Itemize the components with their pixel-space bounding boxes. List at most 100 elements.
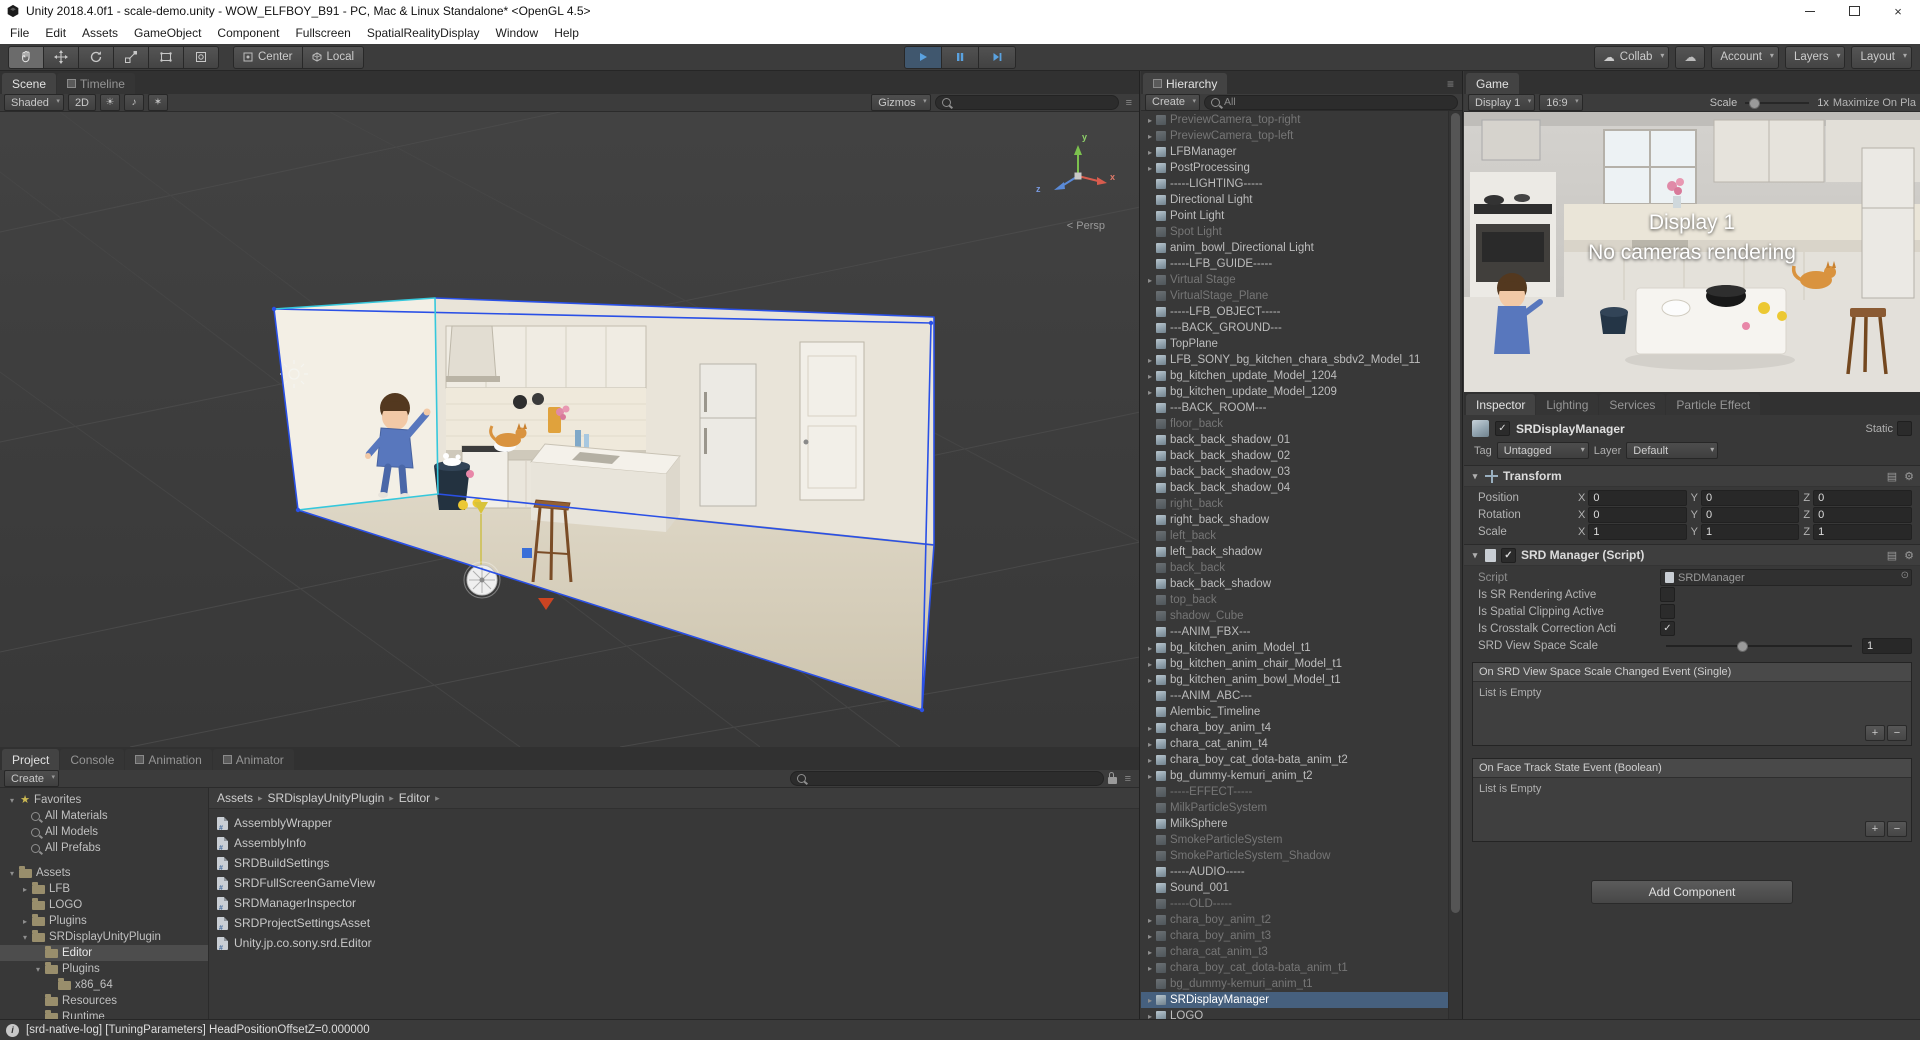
scene-canvas[interactable]: < Persp y x z — [0, 112, 1139, 747]
transform-field[interactable]: 0 — [1588, 507, 1686, 523]
project-tree-item-assets[interactable]: ▾Assets — [0, 865, 208, 881]
hierarchy-item[interactable]: -----OLD----- — [1141, 896, 1449, 912]
hierarchy-item[interactable]: top_back — [1141, 592, 1449, 608]
maximize-button[interactable] — [1832, 0, 1876, 22]
collab-button[interactable]: ☁ Collab — [1594, 46, 1669, 69]
hierarchy-item[interactable]: ▸PreviewCamera_top-left — [1141, 128, 1449, 144]
expand-arrow-icon[interactable]: ▾ — [19, 933, 31, 942]
expand-arrow-icon[interactable]: ▸ — [1144, 932, 1156, 941]
perspective-label[interactable]: < Persp — [1067, 220, 1105, 232]
hierarchy-item[interactable]: ▸chara_boy_anim_t4 — [1141, 720, 1449, 736]
expand-arrow-icon[interactable]: ▾ — [32, 965, 44, 974]
menu-window[interactable]: Window — [488, 22, 547, 44]
hierarchy-item[interactable]: ▸LFB_SONY_bg_kitchen_chara_sbdv2_Model_1… — [1141, 352, 1449, 368]
slider-knob[interactable] — [1737, 641, 1748, 652]
project-tree-item-all-models[interactable]: All Models — [0, 824, 208, 840]
aspect-dropdown[interactable]: 16:9 — [1539, 94, 1582, 111]
hierarchy-item[interactable]: ▸chara_cat_anim_t3 — [1141, 944, 1449, 960]
hierarchy-tab[interactable]: Hierarchy — [1143, 73, 1227, 94]
project-tree-item-plugins[interactable]: ▾Plugins — [0, 961, 208, 977]
help-icon[interactable]: ▤ — [1887, 470, 1897, 483]
expand-arrow-icon[interactable]: ▸ — [1144, 756, 1156, 765]
hierarchy-item[interactable]: back_back_shadow_01 — [1141, 432, 1449, 448]
hierarchy-item[interactable]: Sound_001 — [1141, 880, 1449, 896]
game-scale-slider[interactable] — [1745, 102, 1809, 104]
breadcrumb-item[interactable]: Editor — [397, 791, 432, 805]
expand-arrow-icon[interactable]: ▸ — [1144, 916, 1156, 925]
hierarchy-item[interactable]: ▸bg_kitchen_anim_bowl_Model_t1 — [1141, 672, 1449, 688]
expand-arrow-icon[interactable]: ▾ — [6, 796, 18, 805]
scene-audio-toggle[interactable]: ♪ — [124, 94, 144, 111]
project-tree-item-x86-64[interactable]: x86_64 — [0, 977, 208, 993]
close-button[interactable]: × — [1876, 0, 1920, 22]
hierarchy-item[interactable]: ▸bg_kitchen_anim_chair_Model_t1 — [1141, 656, 1449, 672]
hierarchy-item[interactable]: ▸bg_kitchen_update_Model_1204 — [1141, 368, 1449, 384]
scrollbar-thumb[interactable] — [1451, 113, 1460, 913]
expand-arrow-icon[interactable]: ▸ — [1144, 388, 1156, 397]
hierarchy-item[interactable]: ---BACK_GROUND--- — [1141, 320, 1449, 336]
remove-event-button[interactable]: − — [1887, 821, 1907, 837]
inspector-tab-particle-effect[interactable]: Particle Effect — [1666, 394, 1760, 415]
hierarchy-item[interactable]: TopPlane — [1141, 336, 1449, 352]
expand-arrow-icon[interactable]: ▸ — [1144, 676, 1156, 685]
hierarchy-item[interactable]: left_back — [1141, 528, 1449, 544]
transform-field[interactable]: 0 — [1701, 490, 1799, 506]
menu-assets[interactable]: Assets — [74, 22, 126, 44]
step-button[interactable] — [979, 46, 1016, 69]
hierarchy-create-dropdown[interactable]: Create — [1145, 94, 1200, 111]
project-tree-item-logo[interactable]: LOGO — [0, 897, 208, 913]
menu-gameobject[interactable]: GameObject — [126, 22, 209, 44]
expand-arrow-icon[interactable]: ▸ — [1144, 372, 1156, 381]
rotate-tool-button[interactable] — [79, 46, 114, 69]
slider-knob[interactable] — [1749, 98, 1760, 109]
pivot-rotation-button[interactable]: Local — [303, 46, 365, 69]
property-checkbox[interactable] — [1660, 587, 1675, 602]
hierarchy-item[interactable]: -----LFB_OBJECT----- — [1141, 304, 1449, 320]
hierarchy-item[interactable]: anim_bowl_Directional Light — [1141, 240, 1449, 256]
inspector-tab-lighting[interactable]: Lighting — [1536, 394, 1598, 415]
project-tree-item-resources[interactable]: Resources — [0, 993, 208, 1009]
scene-search-input[interactable] — [935, 95, 1119, 110]
project-file[interactable]: SRDBuildSettings — [209, 853, 1139, 873]
hierarchy-item[interactable]: ▸bg_kitchen_update_Model_1209 — [1141, 384, 1449, 400]
project-tab-animator[interactable]: Animator — [213, 749, 294, 770]
hierarchy-item[interactable]: right_back_shadow — [1141, 512, 1449, 528]
project-tab-console[interactable]: Console — [60, 749, 124, 770]
hierarchy-item[interactable]: Alembic_Timeline — [1141, 704, 1449, 720]
scene-menu-icon[interactable]: ≡ — [1123, 97, 1135, 109]
hierarchy-item[interactable]: ---ANIM_FBX--- — [1141, 624, 1449, 640]
view-space-scale-slider[interactable] — [1666, 645, 1852, 647]
shading-mode-dropdown[interactable]: Shaded — [4, 94, 64, 111]
expand-arrow-icon[interactable]: ▸ — [19, 917, 31, 926]
srd-manager-component-header[interactable]: ▾ SRD Manager (Script) ▤ ⚙ — [1464, 544, 1920, 566]
transform-field[interactable]: 1 — [1813, 524, 1912, 540]
transform-tool-button[interactable] — [184, 46, 219, 69]
expand-arrow-icon[interactable]: ▸ — [1144, 724, 1156, 733]
expand-arrow-icon[interactable]: ▸ — [1144, 660, 1156, 669]
account-dropdown[interactable]: Account — [1711, 46, 1779, 69]
expand-arrow-icon[interactable]: ▸ — [1144, 164, 1156, 173]
hierarchy-item[interactable]: Point Light — [1141, 208, 1449, 224]
hierarchy-item[interactable]: Spot Light — [1141, 224, 1449, 240]
hierarchy-item[interactable]: bg_dummy-kemuri_anim_t1 — [1141, 976, 1449, 992]
project-tree-item-all-materials[interactable]: All Materials — [0, 808, 208, 824]
breadcrumb-item[interactable]: Assets — [215, 791, 255, 805]
project-tree-item-editor[interactable]: Editor — [0, 945, 208, 961]
transform-component-header[interactable]: ▾ Transform ▤ ⚙ — [1464, 465, 1920, 487]
status-bar[interactable]: i [srd-native-log] [TuningParameters] He… — [0, 1019, 1920, 1040]
help-icon[interactable]: ▤ — [1887, 549, 1897, 562]
gear-icon[interactable]: ⚙ — [1904, 470, 1914, 483]
maximize-on-play-button[interactable]: Maximize On Pla — [1833, 97, 1916, 109]
hierarchy-item[interactable]: ▸Virtual Stage — [1141, 272, 1449, 288]
move-tool-button[interactable] — [44, 46, 79, 69]
scene-tab-scene[interactable]: Scene — [2, 73, 56, 94]
scene-tab-timeline[interactable]: Timeline — [57, 73, 135, 94]
2d-toggle[interactable]: 2D — [68, 94, 96, 111]
gizmos-dropdown[interactable]: Gizmos — [871, 94, 930, 111]
display-dropdown[interactable]: Display 1 — [1468, 94, 1535, 111]
view-space-scale-value[interactable]: 1 — [1862, 638, 1912, 654]
lock-icon[interactable] — [1108, 777, 1117, 784]
hierarchy-item[interactable]: MilkParticleSystem — [1141, 800, 1449, 816]
hierarchy-item[interactable]: SmokeParticleSystem_Shadow — [1141, 848, 1449, 864]
hierarchy-item[interactable]: VirtualStage_Plane — [1141, 288, 1449, 304]
